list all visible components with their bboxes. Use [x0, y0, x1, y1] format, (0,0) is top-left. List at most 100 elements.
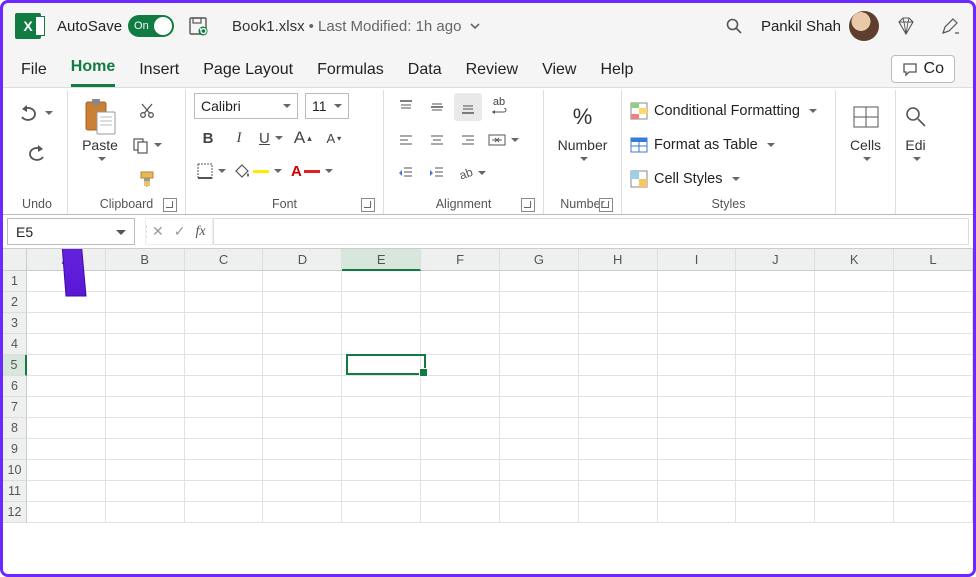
cell-F1[interactable]	[421, 271, 500, 292]
align-right-button[interactable]	[454, 126, 482, 154]
cell-E3[interactable]	[342, 313, 421, 334]
cell-K7[interactable]	[815, 397, 894, 418]
increase-indent-button[interactable]	[423, 159, 451, 187]
cell-B6[interactable]	[106, 376, 185, 397]
cell-J5[interactable]	[736, 355, 815, 376]
cell-A5[interactable]	[27, 355, 106, 376]
cell-H12[interactable]	[579, 502, 658, 523]
cell-J7[interactable]	[736, 397, 815, 418]
align-center-button[interactable]	[423, 126, 451, 154]
cell-L9[interactable]	[894, 439, 973, 460]
cell-G9[interactable]	[500, 439, 579, 460]
cell-A9[interactable]	[27, 439, 106, 460]
increase-font-button[interactable]: A▴	[289, 124, 317, 152]
cell-A6[interactable]	[27, 376, 106, 397]
font-dialog-launcher[interactable]	[361, 198, 375, 212]
cell-C4[interactable]	[185, 334, 264, 355]
cell-L10[interactable]	[894, 460, 973, 481]
cell-J2[interactable]	[736, 292, 815, 313]
cell-K9[interactable]	[815, 439, 894, 460]
cell-A8[interactable]	[27, 418, 106, 439]
cell-C5[interactable]	[185, 355, 264, 376]
cell-G11[interactable]	[500, 481, 579, 502]
cell-C11[interactable]	[185, 481, 264, 502]
cell-C6[interactable]	[185, 376, 264, 397]
row-header-11[interactable]: 11	[3, 481, 27, 502]
cell-A4[interactable]	[27, 334, 106, 355]
cell-B2[interactable]	[106, 292, 185, 313]
cell-L5[interactable]	[894, 355, 973, 376]
cell-L4[interactable]	[894, 334, 973, 355]
save-icon[interactable]	[184, 12, 212, 40]
account-button[interactable]: Pankil Shah	[761, 11, 879, 41]
paste-button[interactable]: Paste	[76, 93, 124, 163]
cell-I5[interactable]	[658, 355, 737, 376]
cell-A3[interactable]	[27, 313, 106, 334]
row-header-5[interactable]: 5	[3, 355, 27, 376]
enter-formula-icon[interactable]: ✓	[174, 223, 186, 240]
row-header-2[interactable]: 2	[3, 292, 27, 313]
italic-button[interactable]: I	[225, 124, 253, 152]
tab-review[interactable]: Review	[466, 61, 518, 87]
cell-L12[interactable]	[894, 502, 973, 523]
cell-E4[interactable]	[342, 334, 421, 355]
align-bottom-button[interactable]	[454, 93, 482, 121]
cell-G6[interactable]	[500, 376, 579, 397]
cell-G7[interactable]	[500, 397, 579, 418]
cell-L1[interactable]	[894, 271, 973, 292]
bold-button[interactable]: B	[194, 124, 222, 152]
row-header-6[interactable]: 6	[3, 376, 27, 397]
cell-D3[interactable]	[263, 313, 342, 334]
cell-I9[interactable]	[658, 439, 737, 460]
cell-C12[interactable]	[185, 502, 264, 523]
formula-input[interactable]	[213, 218, 969, 245]
cell-F6[interactable]	[421, 376, 500, 397]
cell-K6[interactable]	[815, 376, 894, 397]
col-header-F[interactable]: F	[421, 249, 500, 271]
cell-J12[interactable]	[736, 502, 815, 523]
col-header-K[interactable]: K	[815, 249, 894, 271]
cell-B12[interactable]	[106, 502, 185, 523]
col-header-J[interactable]: J	[736, 249, 815, 271]
cell-C1[interactable]	[185, 271, 264, 292]
document-title[interactable]: Book1.xlsx • Last Modified: 1h ago	[232, 18, 481, 35]
copy-button[interactable]	[128, 131, 165, 159]
cell-I12[interactable]	[658, 502, 737, 523]
cell-C7[interactable]	[185, 397, 264, 418]
cell-E1[interactable]	[342, 271, 421, 292]
cell-B8[interactable]	[106, 418, 185, 439]
borders-button[interactable]	[194, 157, 229, 185]
col-header-D[interactable]: D	[263, 249, 342, 271]
diamond-premium-icon[interactable]	[889, 9, 923, 43]
comments-button[interactable]: Co	[891, 55, 955, 83]
cell-H3[interactable]	[579, 313, 658, 334]
cell-H10[interactable]	[579, 460, 658, 481]
cell-J10[interactable]	[736, 460, 815, 481]
cell-A10[interactable]	[27, 460, 106, 481]
cell-K3[interactable]	[815, 313, 894, 334]
align-top-button[interactable]	[392, 93, 420, 121]
cell-A11[interactable]	[27, 481, 106, 502]
cell-J11[interactable]	[736, 481, 815, 502]
cell-L3[interactable]	[894, 313, 973, 334]
cell-K10[interactable]	[815, 460, 894, 481]
cell-L7[interactable]	[894, 397, 973, 418]
cell-I3[interactable]	[658, 313, 737, 334]
cell-F4[interactable]	[421, 334, 500, 355]
cell-L6[interactable]	[894, 376, 973, 397]
font-color-button[interactable]: A	[288, 157, 336, 185]
cell-D10[interactable]	[263, 460, 342, 481]
cell-E12[interactable]	[342, 502, 421, 523]
col-header-E[interactable]: E	[342, 249, 421, 271]
cell-G12[interactable]	[500, 502, 579, 523]
cell-H7[interactable]	[579, 397, 658, 418]
select-all-corner[interactable]	[3, 249, 27, 271]
cell-F5[interactable]	[421, 355, 500, 376]
cell-K5[interactable]	[815, 355, 894, 376]
cell-F3[interactable]	[421, 313, 500, 334]
cell-E7[interactable]	[342, 397, 421, 418]
worksheet[interactable]: 123456789101112 ABCDEFGHIJKL	[3, 249, 973, 574]
cell-F9[interactable]	[421, 439, 500, 460]
row-header-4[interactable]: 4	[3, 334, 27, 355]
cells-button[interactable]: Cells	[844, 93, 887, 163]
